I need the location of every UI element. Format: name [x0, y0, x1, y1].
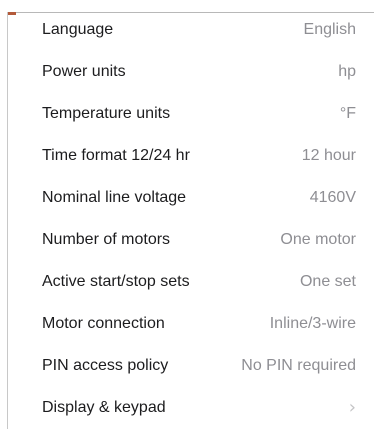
power-units-value: hp: [338, 63, 356, 80]
active-start-stop-sets-value: One set: [299, 273, 356, 290]
settings-row-active-start-stop-sets[interactable]: Active start/stop sets One set: [24, 261, 368, 303]
window-corner-mark: [8, 12, 16, 15]
language-value: English: [303, 21, 356, 38]
settings-row-number-of-motors[interactable]: Number of motors One motor: [24, 219, 368, 261]
settings-row-language[interactable]: Language English: [24, 9, 368, 51]
settings-row-power-units[interactable]: Power units hp: [24, 51, 368, 93]
display-keypad-label: Display & keypad: [42, 399, 166, 416]
left-border: [7, 12, 8, 429]
number-of-motors-label: Number of motors: [42, 231, 171, 248]
settings-row-time-format[interactable]: Time format 12/24 hr 12 hour: [24, 135, 368, 177]
pin-access-policy-value: No PIN required: [241, 357, 356, 374]
temperature-units-label: Temperature units: [42, 105, 171, 122]
nominal-line-voltage-value: 4160V: [309, 189, 356, 206]
motor-connection-value: Inline/3-wire: [269, 315, 356, 332]
chevron-right-icon: ›: [348, 397, 356, 418]
settings-row-pin-access-policy[interactable]: PIN access policy No PIN required: [24, 345, 368, 387]
pin-access-policy-label: PIN access policy: [42, 357, 169, 374]
number-of-motors-value: One motor: [280, 231, 356, 248]
motor-connection-label: Motor connection: [42, 315, 165, 332]
settings-row-temperature-units[interactable]: Temperature units °F: [24, 93, 368, 135]
temperature-units-value: °F: [339, 105, 356, 122]
nominal-line-voltage-label: Nominal line voltage: [42, 189, 187, 206]
settings-row-display-keypad[interactable]: Display & keypad ›: [24, 387, 368, 429]
time-format-label: Time format 12/24 hr: [42, 147, 190, 164]
settings-list: Language English Power units hp Temperat…: [24, 9, 368, 429]
time-format-value: 12 hour: [301, 147, 356, 164]
active-start-stop-sets-label: Active start/stop sets: [42, 273, 190, 290]
settings-row-nominal-line-voltage[interactable]: Nominal line voltage 4160V: [24, 177, 368, 219]
power-units-label: Power units: [42, 63, 126, 80]
language-label: Language: [42, 21, 114, 38]
settings-row-motor-connection[interactable]: Motor connection Inline/3-wire: [24, 303, 368, 345]
settings-screen: Language English Power units hp Temperat…: [0, 0, 374, 429]
